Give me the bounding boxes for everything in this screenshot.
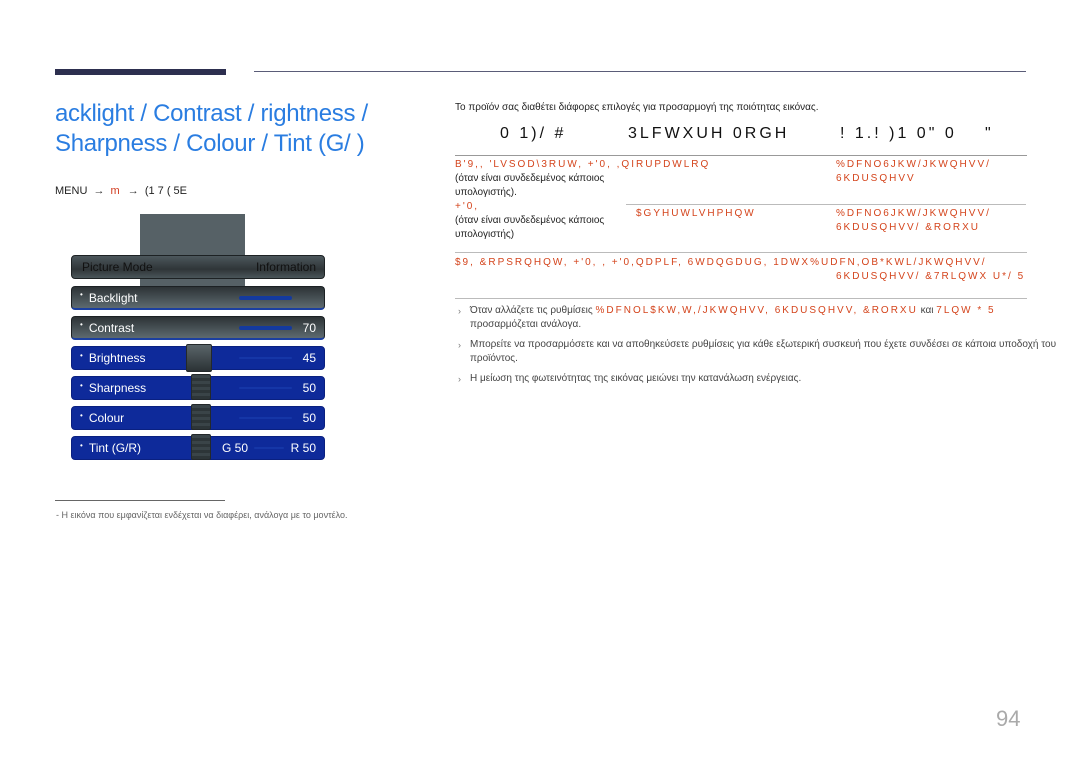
bullet-icon: • xyxy=(80,440,83,450)
note-item: Η μείωση της φωτεινότητας της εικόνας με… xyxy=(455,372,1075,386)
bullet-icon: • xyxy=(80,380,83,390)
table-row3-col3: 6KDUSQHVV/ &7RLQWX U*/ 5 xyxy=(836,271,1026,282)
arrow-icon: → xyxy=(93,185,105,197)
osd-preview-panel xyxy=(140,214,245,294)
bullet-icon: • xyxy=(80,410,83,420)
bullet-icon: • xyxy=(80,290,83,299)
table-rule xyxy=(455,298,1027,299)
arrow-icon: → xyxy=(127,185,139,197)
enter-label: (1 7 ( 5E xyxy=(144,185,187,197)
osd-item-brightness[interactable]: • Brightness 45 xyxy=(71,344,325,372)
note-item: Όταν αλλάζετε τις ρυθμίσεις %DFNOL$KW,W,… xyxy=(455,304,1075,332)
picture-menu-label: m xyxy=(110,185,122,197)
header-rule xyxy=(254,71,1026,72)
table-cell-red: +'0, xyxy=(455,201,480,212)
table-row2-col2: $GYHUWLVHPHQW xyxy=(636,208,756,219)
page-title-line-2: Sharpness / Colour / Tint (G/ ) xyxy=(55,130,365,157)
contrast-slider-bar[interactable] xyxy=(239,325,292,330)
menu-button-label: MENU xyxy=(55,185,88,197)
page-number: 94 xyxy=(996,706,1021,731)
osd-item-backlight[interactable]: • Backlight xyxy=(71,286,325,310)
breadcrumb: MENU → m → (1 7 ( 5E xyxy=(55,185,187,197)
tint-slider-bar[interactable] xyxy=(254,447,284,449)
backlight-slider-bar[interactable] xyxy=(239,295,292,300)
sharpness-slider-knob[interactable] xyxy=(191,374,211,400)
table-header-col4: " xyxy=(985,125,994,142)
tint-slider-knob[interactable] xyxy=(191,434,211,460)
footnote-divider xyxy=(55,500,225,501)
osd-item-value: 50 xyxy=(302,381,316,395)
osd-item-contrast[interactable]: • Contrast 70 xyxy=(71,316,325,340)
note-item: Μπορείτε να προσαρμόσετε και να αποθηκεύ… xyxy=(455,338,1075,366)
header-accent-bar xyxy=(55,69,226,75)
osd-item-value: 45 xyxy=(302,351,316,365)
brightness-slider-bar[interactable] xyxy=(239,357,292,359)
colour-slider-knob[interactable] xyxy=(191,404,211,430)
osd-item-label: Brightness xyxy=(88,351,146,365)
table-header: 0 1)/ # 3LFWXUH 0RGH ! 1.! )1 0" 0 " xyxy=(455,125,1027,149)
table-rule xyxy=(626,204,1026,205)
intro-text: Το προϊόν σας διαθέτει διάφορες επιλογές… xyxy=(455,102,819,113)
table-rule xyxy=(455,155,1027,156)
osd-item-label: Tint (G/R) xyxy=(88,441,142,455)
osd-item-sharpness[interactable]: • Sharpness 50 xyxy=(71,374,325,400)
brightness-slider-knob[interactable] xyxy=(186,344,212,372)
table-cell-red: B'9,, 'LVSOD\3RUW, +'0, ,QIRUPDWLRQ xyxy=(455,159,711,170)
page-title-line-1: acklight / Contrast / rightness / xyxy=(55,100,368,127)
osd-item-label: Backlight xyxy=(88,290,138,305)
sharpness-slider-bar[interactable] xyxy=(239,387,292,389)
osd-item-label: Colour xyxy=(88,411,125,425)
table-row1-col3: %DFNO6JKW/JKWQHVV/ 6KDUSQHVV xyxy=(836,159,991,184)
notes-list: Όταν αλλάζετε τις ρυθμίσεις %DFNOL$KW,W,… xyxy=(455,304,1075,392)
osd-item-value: 70 xyxy=(302,320,316,335)
table-rule xyxy=(455,252,1027,253)
page-title: acklight / Contrast / rightness / Sharpn… xyxy=(55,99,435,159)
osd-header-row[interactable]: Picture Mode Information xyxy=(71,255,325,279)
footnote: - Η εικόνα που εμφανίζεται ενδέχεται να … xyxy=(56,510,348,520)
osd-item-label: Sharpness xyxy=(88,381,147,395)
osd-item-label: Contrast xyxy=(88,320,135,335)
osd-information-label: Information xyxy=(255,260,316,274)
table-row2-col3: %DFNO6JKW/JKWQHVV/ 6KDUSQHVV/ &RORXU xyxy=(836,208,991,233)
osd-picture-mode-label: Picture Mode xyxy=(82,260,153,274)
table-row3-col1: $9, &RPSRQHQW, +'0, , +'0,QDPLF, 6WDQGDU… xyxy=(455,257,987,268)
colour-slider-bar[interactable] xyxy=(239,417,292,419)
osd-item-colour[interactable]: • Colour 50 xyxy=(71,404,325,430)
osd-picture-menu: Picture Mode Information • Backlight • Con… xyxy=(70,214,328,464)
table-cell-text: (όταν είναι συνδεδεμένος κάποιος υπολογι… xyxy=(455,215,605,240)
bullet-icon: • xyxy=(80,350,83,360)
tint-red-value: R 50 xyxy=(290,441,316,455)
table-cell-text: (όταν είναι συνδεδεμένος κάποιος υπολογι… xyxy=(455,173,605,198)
table-row1-col1: B'9,, 'LVSOD\3RUW, +'0, ,QIRUPDWLRQ (ότα… xyxy=(455,158,711,242)
osd-item-tint[interactable]: • Tint (G/R) G 50 R 50 xyxy=(71,434,325,460)
table-header-col1: 0 1)/ # xyxy=(500,125,567,142)
bullet-icon: • xyxy=(80,320,83,329)
table-header-col3: ! 1.! )1 0" 0 xyxy=(840,125,957,142)
table-header-col2: 3LFWXUH 0RGH xyxy=(628,125,790,142)
tint-green-value: G 50 xyxy=(222,441,249,455)
osd-item-value: 50 xyxy=(302,411,316,425)
